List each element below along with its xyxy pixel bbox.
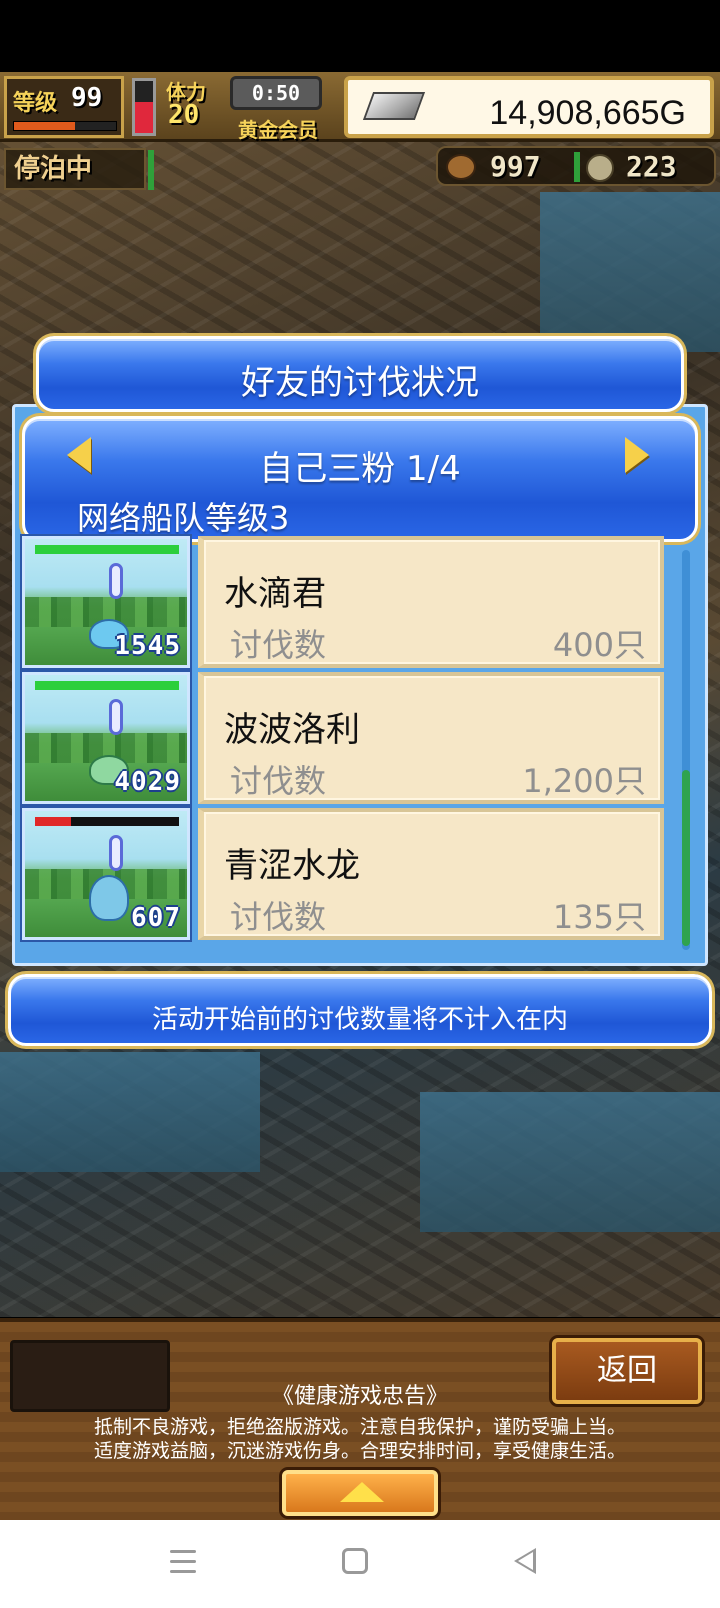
dialog-title-bar: 好友的讨伐状况 [36, 336, 684, 412]
friend-header: 自己三粉 1/4 网络船队等级3 [22, 416, 698, 542]
resource-display: 997 223 [436, 146, 716, 186]
home-icon[interactable] [342, 1548, 368, 1574]
dialog-title: 好友的讨伐状况 [241, 363, 479, 403]
monster-thumbnail: 4029 [20, 670, 192, 806]
dock-status-indicator [148, 150, 154, 190]
exclamation-icon [109, 835, 123, 871]
resource-divider [574, 152, 580, 182]
expand-menu-button[interactable] [282, 1470, 438, 1516]
fleet-level: 网络船队等级3 [77, 499, 290, 537]
top-hud: 等级 99 体力 20 0:50 黄金会员 14,908,665G [0, 72, 720, 142]
kill-count-label: 讨伐数 [230, 626, 327, 664]
health-notice-line: 适度游戏益脑，沉迷游戏伤身。合理安排时间，享受健康生活。 [93, 1440, 626, 1462]
gold-display[interactable]: 14,908,665G [344, 76, 714, 138]
monster-hp-bar [35, 545, 179, 554]
notice-text: 活动开始前的讨伐数量将不计入在内 [151, 1005, 568, 1035]
monster-hp-fill [35, 817, 71, 826]
system-nav-bar [0, 1520, 720, 1608]
menu-icon[interactable] [170, 1550, 196, 1574]
kill-count-label: 讨伐数 [230, 898, 327, 936]
level-label: 等级 [13, 91, 58, 116]
monster-name: 水滴君 [224, 574, 326, 614]
list-item[interactable]: 1545 水滴君 讨伐数 400只 [20, 534, 666, 670]
level-box[interactable]: 等级 99 [4, 76, 124, 138]
monster-sprite [89, 875, 129, 921]
monster-card: 波波洛利 讨伐数 1,200只 [198, 672, 664, 804]
monster-hp-fill [35, 545, 179, 554]
list-item[interactable]: 607 青涩水龙 讨伐数 135只 [20, 806, 666, 942]
stamina-fill [135, 101, 153, 133]
stamina-value: 20 [168, 100, 200, 130]
bottom-panel: 返回 《健康游戏忠告》 抵制不良游戏，拒绝盗版游戏。注意自我保护，谨防受骗上当。… [0, 1318, 720, 1520]
monster-level: 1545 [114, 631, 181, 661]
monster-hp-bar [35, 681, 179, 690]
kill-count-value: 135只 [552, 898, 646, 936]
next-friend-arrow-icon[interactable] [625, 437, 649, 473]
gold-amount: 14,908,665G [489, 94, 686, 132]
monster-name: 波波洛利 [224, 710, 360, 750]
monster-thumbnail: 1545 [20, 534, 192, 670]
resource-b-value: 223 [626, 150, 677, 183]
monster-hp-fill [35, 681, 179, 690]
dock-status-badge[interactable]: 停泊中 [4, 148, 146, 190]
exclamation-icon [109, 563, 123, 599]
monster-thumbnail: 607 [20, 806, 192, 942]
membership-badge[interactable]: 黄金会员 [238, 114, 318, 143]
scrollbar-thumb[interactable] [682, 770, 690, 946]
health-notice-title: 《健康游戏忠告》 [271, 1384, 448, 1409]
monster-hp-bar [35, 817, 179, 826]
water-area [0, 1052, 260, 1172]
exclamation-icon [109, 699, 123, 735]
friend-name: 自己三粉 1/4 [259, 449, 461, 489]
back-icon[interactable] [514, 1548, 536, 1574]
kill-count-label: 讨伐数 [230, 762, 327, 800]
water-area [420, 1092, 720, 1232]
list-scrollbar[interactable] [682, 550, 690, 950]
up-arrow-icon [340, 1482, 384, 1502]
monster-card: 水滴君 讨伐数 400只 [198, 536, 664, 668]
notice-bar: 活动开始前的讨伐数量将不计入在内 [8, 974, 712, 1046]
level-progress-bar [13, 121, 117, 131]
list-item[interactable]: 4029 波波洛利 讨伐数 1,200只 [20, 670, 666, 806]
water-area [540, 192, 720, 352]
level-value: 99 [71, 83, 103, 113]
monster-card: 青涩水龙 讨伐数 135只 [198, 808, 664, 940]
food-icon [446, 154, 476, 180]
resource-a-value: 997 [490, 150, 541, 183]
silver-bar-icon [362, 92, 426, 120]
coin-icon [586, 154, 614, 182]
status-bar [0, 0, 720, 72]
health-notice-line: 抵制不良游戏，拒绝盗版游戏。注意自我保护，谨防受骗上当。 [93, 1416, 626, 1438]
stamina-gauge [132, 78, 156, 136]
stamina-timer: 0:50 [230, 76, 322, 110]
monster-name: 青涩水龙 [224, 846, 360, 886]
monster-level: 4029 [114, 767, 181, 797]
kill-count-value: 1,200只 [522, 762, 646, 800]
kill-count-value: 400只 [552, 626, 646, 664]
monster-level: 607 [131, 903, 181, 933]
level-progress-fill [14, 122, 76, 130]
